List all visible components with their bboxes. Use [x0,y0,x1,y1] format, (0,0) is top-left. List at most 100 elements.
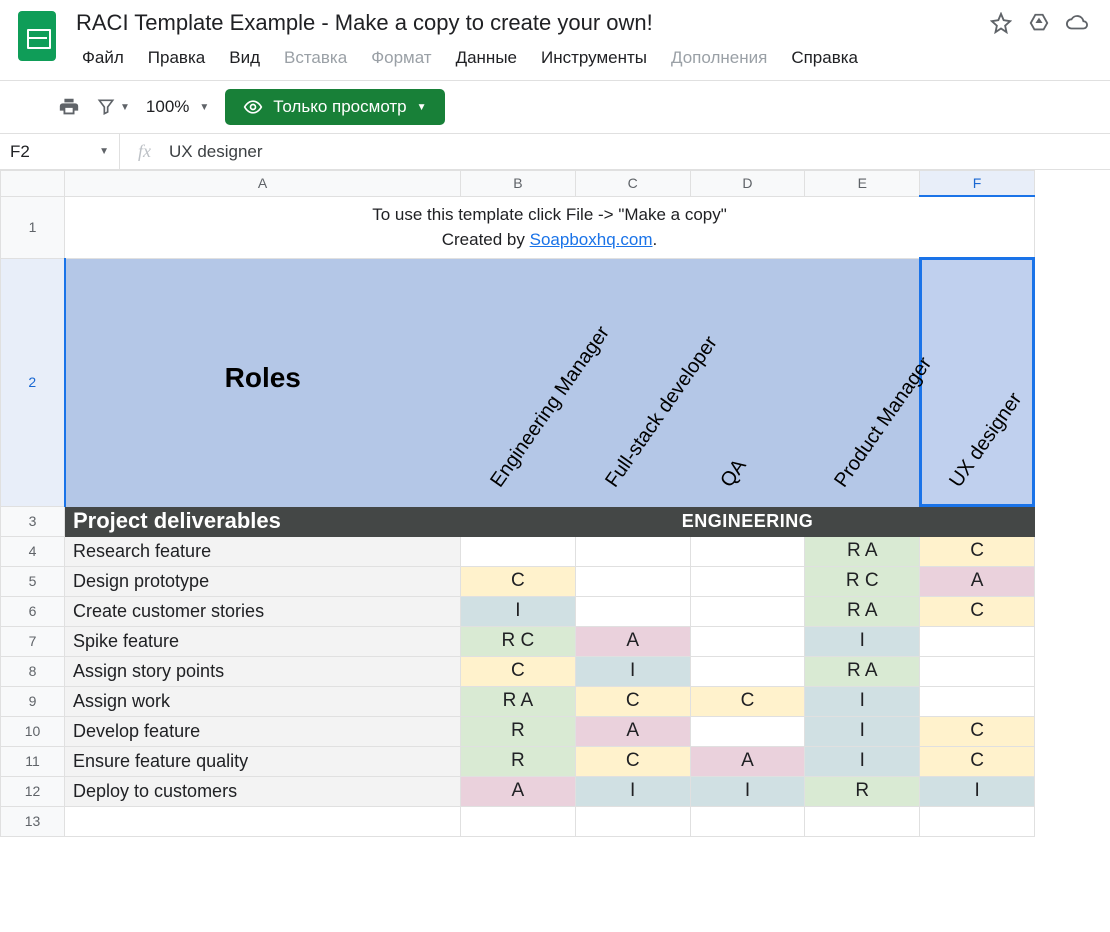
cell-D4[interactable] [690,536,805,566]
cell-E13[interactable] [805,806,920,836]
cell-A9-task[interactable]: Assign work [65,686,461,716]
cell-D6[interactable] [690,596,805,626]
col-header-B[interactable]: B [461,171,576,197]
cell-D12[interactable]: I [690,776,805,806]
menu-view[interactable]: Вид [219,44,270,72]
row-header-2[interactable]: 2 [1,258,65,506]
row-header-4[interactable]: 4 [1,536,65,566]
cloud-status-icon[interactable] [1066,12,1088,34]
document-title[interactable]: RACI Template Example - Make a copy to c… [72,8,657,38]
cell-B7[interactable]: R C [461,626,576,656]
cell-D10[interactable] [690,716,805,746]
cell-E4[interactable]: R A [805,536,920,566]
zoom-dropdown[interactable]: 100% ▼ [146,97,209,117]
cell-D5[interactable] [690,566,805,596]
row-header-3[interactable]: 3 [1,506,65,536]
cell-E11[interactable]: I [805,746,920,776]
row-header-8[interactable]: 8 [1,656,65,686]
cell-A3-deliverables[interactable]: Project deliverables [65,506,461,536]
menu-data[interactable]: Данные [446,44,527,72]
cell-D11[interactable]: A [690,746,805,776]
cell-E8[interactable]: R A [805,656,920,686]
cell-B4[interactable] [461,536,576,566]
row-header-12[interactable]: 12 [1,776,65,806]
cell-D8[interactable] [690,656,805,686]
cell-A7-task[interactable]: Spike feature [65,626,461,656]
row-header-13[interactable]: 13 [1,806,65,836]
cell-A6-task[interactable]: Create customer stories [65,596,461,626]
cell-E2[interactable]: Product Manager [805,258,920,506]
cell-A8-task[interactable]: Assign story points [65,656,461,686]
filter-button[interactable]: ▼ [96,97,130,117]
cell-E5[interactable]: R C [805,566,920,596]
row-header-10[interactable]: 10 [1,716,65,746]
menu-help[interactable]: Справка [781,44,868,72]
cell-C9[interactable]: C [575,686,690,716]
cell-C12[interactable]: I [575,776,690,806]
cell-A10-task[interactable]: Develop feature [65,716,461,746]
cell-A11-task[interactable]: Ensure feature quality [65,746,461,776]
cell-F10[interactable]: C [920,716,1035,746]
cell-F6[interactable]: C [920,596,1035,626]
row-header-9[interactable]: 9 [1,686,65,716]
cell-C4[interactable] [575,536,690,566]
cell-B9[interactable]: R A [461,686,576,716]
cell-A12-task[interactable]: Deploy to customers [65,776,461,806]
menu-tools[interactable]: Инструменты [531,44,657,72]
cell-A4-task[interactable]: Research feature [65,536,461,566]
cell-E6[interactable]: R A [805,596,920,626]
cell-C7[interactable]: A [575,626,690,656]
cell-C5[interactable] [575,566,690,596]
cell-F2-selected[interactable]: UX designer [920,258,1035,506]
cell-F4[interactable]: C [920,536,1035,566]
cell-B11[interactable]: R [461,746,576,776]
cell-A13[interactable] [65,806,461,836]
cell-E12[interactable]: R [805,776,920,806]
select-all-corner[interactable] [1,171,65,197]
row-header-5[interactable]: 5 [1,566,65,596]
col-header-E[interactable]: E [805,171,920,197]
cell-F9[interactable] [920,686,1035,716]
cell-A2-roles[interactable]: Roles [65,258,461,506]
view-only-button[interactable]: Только просмотр ▼ [225,89,444,125]
cell-B13[interactable] [461,806,576,836]
cell-D9[interactable]: C [690,686,805,716]
cell-B5[interactable]: C [461,566,576,596]
cell-A5-task[interactable]: Design prototype [65,566,461,596]
cell-E10[interactable]: I [805,716,920,746]
cell-F5[interactable]: A [920,566,1035,596]
cell-B6[interactable]: I [461,596,576,626]
cell-B2[interactable]: Engineering Manager [461,258,576,506]
soapbox-link[interactable]: Soapboxhq.com [530,230,653,249]
row-header-1[interactable]: 1 [1,196,65,258]
formula-content[interactable]: UX designer [169,142,1110,162]
row-header-11[interactable]: 11 [1,746,65,776]
cell-B3-engineering[interactable]: ENGINEERING [461,506,1035,536]
drive-shortcut-icon[interactable] [1028,12,1050,34]
cell-F8[interactable] [920,656,1035,686]
cell-C6[interactable] [575,596,690,626]
cell-F7[interactable] [920,626,1035,656]
cell-C8[interactable]: I [575,656,690,686]
name-box[interactable]: F2 ▼ [0,134,120,169]
col-header-C[interactable]: C [575,171,690,197]
cell-C13[interactable] [575,806,690,836]
cell-E9[interactable]: I [805,686,920,716]
row-header-6[interactable]: 6 [1,596,65,626]
star-icon[interactable] [990,12,1012,34]
menu-edit[interactable]: Правка [138,44,215,72]
cell-F13[interactable] [920,806,1035,836]
cell-B12[interactable]: A [461,776,576,806]
cell-A1-instructions[interactable]: To use this template click File -> "Make… [65,196,1035,258]
cell-F11[interactable]: C [920,746,1035,776]
print-button[interactable] [58,96,80,118]
row-header-7[interactable]: 7 [1,626,65,656]
cell-C11[interactable]: C [575,746,690,776]
cell-E7[interactable]: I [805,626,920,656]
menu-file[interactable]: Файл [72,44,134,72]
col-header-A[interactable]: A [65,171,461,197]
col-header-D[interactable]: D [690,171,805,197]
cell-C2[interactable]: Full-stack developer [575,258,690,506]
cell-C10[interactable]: A [575,716,690,746]
spreadsheet-grid[interactable]: A B C D E F 1 To use this template click… [0,170,1110,837]
